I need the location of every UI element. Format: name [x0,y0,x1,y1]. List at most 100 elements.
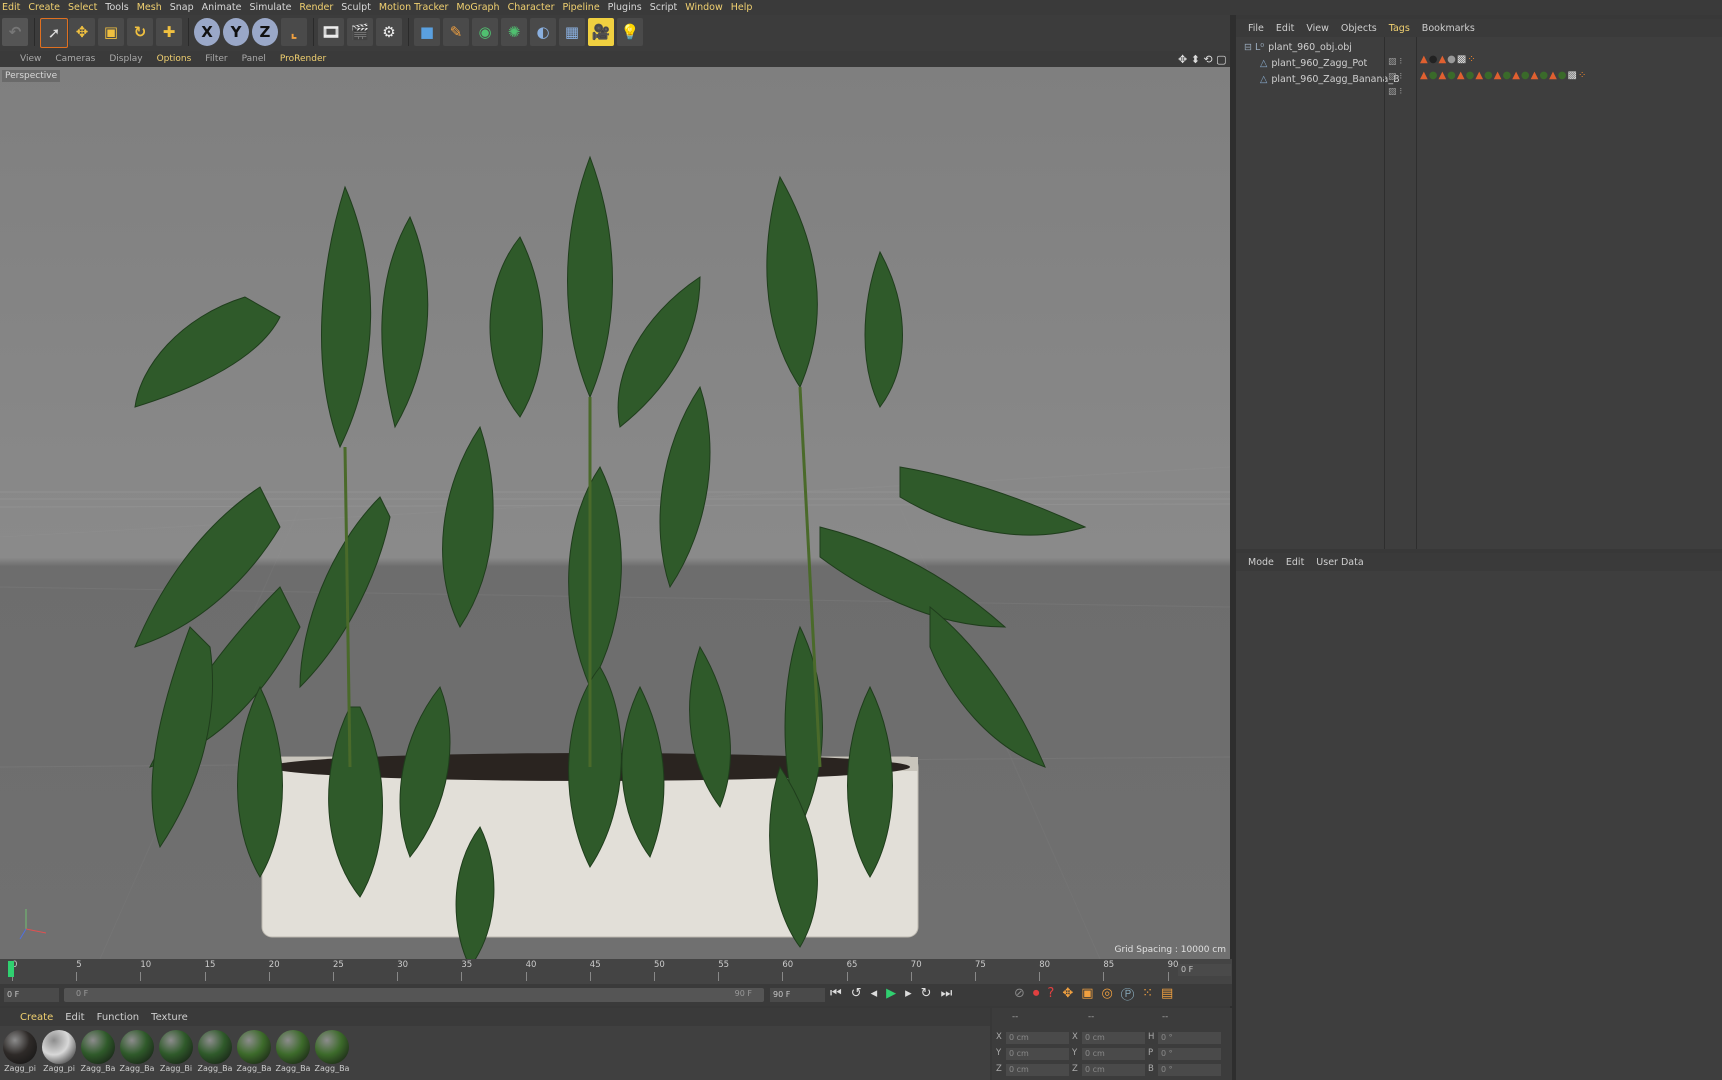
key-position-icon[interactable]: ✥ [1062,986,1081,1001]
key-pla-icon[interactable]: ⁙ [1142,986,1161,1001]
playhead[interactable] [8,961,14,977]
menu-select[interactable]: Select [68,2,103,13]
material-swatch[interactable]: Zagg_Ba [236,1030,272,1080]
size-y-field[interactable]: 0 cm [1082,1048,1145,1060]
material-swatch[interactable]: Zagg_Ba [314,1030,350,1080]
3d-viewport[interactable]: Perspective Grid Spacing : 10000 cm [0,67,1230,959]
viewport-menu-panel[interactable]: Panel [242,54,266,64]
objects-menu-objects[interactable]: Objects [1341,23,1377,34]
attributes-menu-mode[interactable]: Mode [1248,557,1274,568]
start-frame-field[interactable]: 0 F [4,988,59,1002]
rotation-p-field[interactable]: 0 ° [1158,1048,1221,1060]
previous-frame-icon[interactable]: ◂ [871,986,887,1001]
undo-icon[interactable]: ↶ [2,18,28,46]
material-swatch[interactable]: Zagg_Ba [275,1030,311,1080]
scale-tool-icon[interactable]: ▣ [98,18,124,46]
rotation-h-field[interactable]: 0 ° [1158,1032,1221,1044]
timeline-window-icon[interactable]: ▤ [1161,986,1181,1001]
next-frame-icon[interactable]: ▸ [905,986,921,1001]
menu-render[interactable]: Render [299,2,339,13]
render-picture-viewer-icon[interactable]: 🎬 [347,18,373,46]
camera-icon[interactable]: 🎥 [588,18,614,46]
position-x-field[interactable]: 0 cm [1006,1032,1069,1044]
z-axis-lock-button[interactable]: Z [252,18,278,46]
viewport-menu-prorender[interactable]: ProRender [280,54,326,64]
materials-menu-texture[interactable]: Texture [151,1012,188,1023]
menu-pipeline[interactable]: Pipeline [562,2,605,13]
rotate-tool-icon[interactable]: ↻ [127,18,153,46]
material-swatch[interactable]: Zagg_pi [41,1030,77,1080]
viewport-menu-cameras[interactable]: Cameras [55,54,95,64]
current-frame-field[interactable]: 0 F [1178,964,1231,976]
autokey-icon[interactable]: ? [1047,986,1062,1001]
visibility-toggles[interactable]: ▨ ⁝ [1388,57,1402,67]
menu-animate[interactable]: Animate [202,2,248,13]
object-name[interactable]: plant_960_Zagg_Banana_B [1271,74,1399,85]
materials-menu-edit[interactable]: Edit [65,1012,84,1023]
deformer-icon[interactable]: ◐ [530,18,556,46]
material-swatch[interactable]: Zagg_Ba [119,1030,155,1080]
menu-character[interactable]: Character [508,2,561,13]
material-swatch[interactable]: Zagg_Ba [197,1030,233,1080]
menu-plugins[interactable]: Plugins [608,2,648,13]
select-tool-icon[interactable]: ➚ [40,18,68,48]
menu-help[interactable]: Help [731,2,759,13]
menu-sculpt[interactable]: Sculpt [341,2,377,13]
render-settings-icon[interactable]: ⚙ [376,18,402,46]
key-scale-icon[interactable]: ▣ [1081,986,1101,1001]
viewport-menu-options[interactable]: Options [157,54,192,64]
objects-menu-file[interactable]: File [1248,23,1264,34]
cloner-icon[interactable]: ✺ [501,18,527,46]
record-icon[interactable]: ⏺ [1033,986,1048,1001]
menu-snap[interactable]: Snap [170,2,200,13]
materials-menu-function[interactable]: Function [97,1012,140,1023]
objects-menu-tags[interactable]: Tags [1389,23,1410,34]
rotation-b-field[interactable]: 0 ° [1158,1064,1221,1076]
play-icon[interactable]: ▶ [886,986,905,1001]
viewport-menu-view[interactable]: View [20,54,41,64]
floor-icon[interactable]: ▦ [559,18,585,46]
coordinate-system-icon[interactable]: ⌞ [281,18,307,46]
menu-motion-tracker[interactable]: Motion Tracker [379,2,455,13]
object-name[interactable]: plant_960_obj.obj [1268,42,1352,53]
menu-mograph[interactable]: MoGraph [456,2,505,13]
menu-tools[interactable]: Tools [105,2,134,13]
go-to-end-icon[interactable]: ⏭ [941,986,962,1001]
viewport-camera-label[interactable]: Perspective [2,70,61,82]
object-name[interactable]: plant_960_Zagg_Pot [1271,58,1367,69]
menu-mesh[interactable]: Mesh [137,2,168,13]
keyframe-icon[interactable]: ⊘ [1014,986,1033,1001]
position-y-field[interactable]: 0 cm [1006,1048,1069,1060]
pot-material-tags[interactable]: ▲●▲●▩⁘ [1420,54,1477,65]
attributes-menu-edit[interactable]: Edit [1286,557,1304,568]
visibility-toggles[interactable]: ▨ ⁝ [1388,87,1402,97]
viewport-navigation-icons[interactable]: ✥ ⬍ ⟲ ▢ [1178,53,1227,66]
menu-window[interactable]: Window [685,2,728,13]
render-view-icon[interactable]: 🎞 [318,18,344,46]
position-z-field[interactable]: 0 cm [1006,1064,1069,1076]
viewport-menu-filter[interactable]: Filter [205,54,227,64]
material-swatch[interactable]: Zagg_Ba [80,1030,116,1080]
attributes-menu-user-data[interactable]: User Data [1316,557,1363,568]
visibility-toggles[interactable]: ▨ ⁝ [1388,72,1402,82]
x-axis-lock-button[interactable]: X [194,18,220,46]
objects-menu-edit[interactable]: Edit [1276,23,1294,34]
light-icon[interactable]: 💡 [617,18,643,46]
go-to-start-icon[interactable]: ⏮ [830,986,851,1001]
next-key-icon[interactable]: ↻ [921,986,941,1001]
y-axis-lock-button[interactable]: Y [223,18,249,46]
end-frame-field[interactable]: 90 F [770,988,825,1002]
move-tool-icon[interactable]: ✥ [69,18,95,46]
size-x-field[interactable]: 0 cm [1082,1032,1145,1044]
key-rotation-icon[interactable]: ◎ [1102,986,1121,1001]
pen-spline-icon[interactable]: ✎ [443,18,469,46]
materials-menu-create[interactable]: Create [20,1012,53,1023]
timeline-ruler[interactable]: 0 5 10 15 20 25 30 35 40 45 50 55 60 65 70 75 80 85 90 0 F [0,959,1232,984]
menu-script[interactable]: Script [650,2,684,13]
material-swatch[interactable]: Zagg_Bi [158,1030,194,1080]
object-row[interactable]: △ plant_960_Zagg_Pot [1236,55,1722,71]
cube-primitive-icon[interactable]: ■ [414,18,440,46]
key-parameter-icon[interactable]: Ⓟ [1121,986,1142,1001]
viewport-menu-display[interactable]: Display [109,54,142,64]
frame-range-slider[interactable]: 0 F 90 F [64,988,764,1002]
